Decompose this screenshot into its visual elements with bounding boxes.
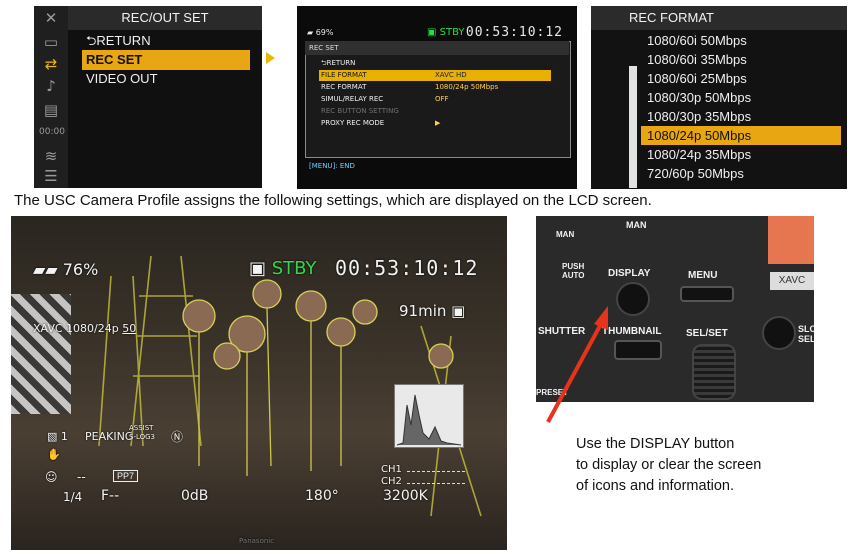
- lcd-viewfinder: ▰▰ 76% ▣ STBY 00:53:10:12 91min ▣ XAVC 1…: [11, 216, 507, 550]
- menu-item-rec-set[interactable]: REC SET: [82, 50, 250, 70]
- gain-value: 0dB: [181, 488, 209, 504]
- standby-status: ▣ STBY: [249, 258, 317, 279]
- rec-format-option[interactable]: 1080/30p 50Mbps: [641, 88, 841, 107]
- face-detect-value: --: [77, 470, 86, 484]
- push-auto-label: PUSH AUTO: [562, 262, 585, 280]
- note-line: Use the DISPLAY button: [576, 436, 735, 452]
- histogram-graph: [396, 394, 462, 446]
- rec-format-option-selected[interactable]: 1080/24p 50Mbps: [641, 126, 841, 145]
- note-line: of icons and information.: [576, 478, 734, 494]
- rec-format-option[interactable]: 1080/60i 25Mbps: [641, 69, 841, 88]
- display-button-note: Use the DISPLAY button to display or cle…: [576, 434, 761, 497]
- rec-format-option[interactable]: 1080/60i 35Mbps: [641, 50, 841, 69]
- thumbnail-label: THUMBNAIL: [602, 326, 662, 337]
- histogram: [394, 384, 464, 448]
- rec-out-set-panel: ✕ ▭ ⇄ ♪ ▤ 00:00 ≋ ☰ REC/OUT SET ⮌RETURN …: [34, 6, 262, 188]
- panel-title: REC FORMAT: [591, 6, 847, 30]
- rec-set-row-rec-button: REC BUTTON SETTING: [321, 107, 399, 115]
- wifi-icon[interactable]: ≋: [39, 146, 63, 166]
- film-icon[interactable]: ▤: [39, 100, 63, 120]
- display-label: DISPLAY: [608, 268, 651, 279]
- recording-format: XAVC 1080/24p 50: [33, 322, 137, 335]
- battery-indicator: ▰ 69%: [307, 28, 334, 37]
- camera-media-icon[interactable]: ▭: [39, 32, 63, 52]
- nd-value: 1/4: [63, 490, 83, 504]
- standby-status: ▣ STBY: [427, 27, 465, 38]
- iris-value: F--: [101, 488, 120, 504]
- menu-button[interactable]: [680, 286, 734, 302]
- menu-item-return[interactable]: ⮌RETURN: [82, 31, 250, 51]
- man-label-2: MAN: [626, 220, 647, 230]
- row-value: XAVC HD: [435, 71, 467, 79]
- slot-select-button[interactable]: [762, 316, 796, 350]
- rec-format-option[interactable]: 1080/60i 50Mbps: [641, 31, 841, 50]
- rec-format-option[interactable]: 1080/24p 35Mbps: [641, 145, 841, 164]
- peaking-indicator: PEAKING: [85, 430, 134, 443]
- rec-set-row-simul-relay[interactable]: SIMUL/RELAY REC OFF: [319, 94, 551, 105]
- assist-indicator: ASSIST S-LOG3: [129, 424, 156, 441]
- row-value: 1080/24p 50Mbps: [435, 83, 499, 91]
- rec-format-option[interactable]: 1080/30p 35Mbps: [641, 107, 841, 126]
- menu-category-rail: ✕ ▭ ⇄ ♪ ▤ 00:00 ≋ ☰: [34, 6, 68, 188]
- scrollbar[interactable]: [629, 66, 637, 188]
- slot-select-label: SLO SEL: [798, 324, 814, 344]
- card-slot-b-icon: ▣: [249, 258, 267, 279]
- card-slot-b-icon: ▣: [451, 302, 466, 320]
- note-line: to display or clear the screen: [576, 457, 762, 473]
- audio-ch2-meter: [407, 478, 465, 484]
- row-value: ▶: [435, 119, 441, 127]
- nfc-icon: Ⓝ: [171, 430, 184, 444]
- rec-set-row-return[interactable]: ⮌RETURN: [319, 58, 551, 69]
- image-stabilizer-off-icon: ✋: [47, 448, 61, 461]
- timecode: 00:53:10:12: [335, 256, 479, 280]
- shutter-value: 180°: [305, 488, 339, 504]
- orange-sticker: [768, 216, 814, 264]
- battery-indicator: ▰▰ 76%: [33, 260, 99, 279]
- man-label: MAN: [556, 230, 575, 239]
- display-button[interactable]: [616, 282, 650, 316]
- music-note-icon[interactable]: ♪: [39, 76, 63, 96]
- rec-set-header: REC SET: [305, 41, 569, 55]
- zebra-pattern: [11, 294, 71, 414]
- audio-ch1-meter: [407, 466, 465, 472]
- close-icon[interactable]: ✕: [39, 8, 63, 28]
- pointer-arrow-icon: [546, 306, 608, 423]
- rec-set-row-file-format[interactable]: FILE FORMAT XAVC HD: [319, 70, 551, 81]
- rec-set-row-rec-format[interactable]: REC FORMAT 1080/24p 50Mbps: [319, 82, 551, 93]
- face-detect-icon: ☺: [45, 470, 58, 484]
- sel-set-label: SEL/SET: [686, 328, 728, 339]
- nd-filter-indicator: ▧ 1: [47, 430, 68, 443]
- timecode: 00:53:10:12: [465, 25, 563, 40]
- menu-item-video-out[interactable]: VIDEO OUT: [82, 69, 250, 89]
- row-value: OFF: [435, 95, 449, 103]
- menu-label: MENU: [688, 270, 718, 281]
- xavc-badge: XAVC: [770, 272, 814, 290]
- menu-end-hint: [MENU]: END: [309, 162, 355, 170]
- timecode-icon[interactable]: 00:00: [39, 122, 65, 142]
- thumbnail-button[interactable]: [614, 340, 662, 360]
- return-arrow-icon: ⮌: [86, 34, 97, 49]
- submenu-arrow-icon: [266, 52, 275, 64]
- caption-text: The USC Camera Profile assigns the follo…: [14, 192, 652, 209]
- rec-set-row-proxy[interactable]: PROXY REC MODE ▶: [319, 118, 551, 129]
- panel-title: REC/OUT SET: [68, 6, 262, 30]
- brand-logo: Panasonic: [239, 537, 275, 545]
- white-balance-value: 3200K: [383, 488, 428, 504]
- rec-set-panel: ▰ 69% ▣ STBY 00:53:10:12 REC SET ⮌RETURN…: [297, 6, 577, 189]
- swap-arrows-icon[interactable]: ⇄: [39, 54, 63, 74]
- picture-profile-badge: PP7: [113, 470, 139, 482]
- remaining-time: 91min ▣: [399, 302, 466, 320]
- sel-set-dial[interactable]: [692, 344, 736, 400]
- rec-format-panel: REC FORMAT 1080/60i 50Mbps 1080/60i 35Mb…: [591, 6, 847, 189]
- list-icon[interactable]: ☰: [39, 166, 63, 186]
- audio-ch1-label: CH1: [381, 464, 402, 475]
- audio-ch2-label: CH2: [381, 476, 402, 487]
- rec-format-option[interactable]: 720/60p 50Mbps: [641, 164, 841, 183]
